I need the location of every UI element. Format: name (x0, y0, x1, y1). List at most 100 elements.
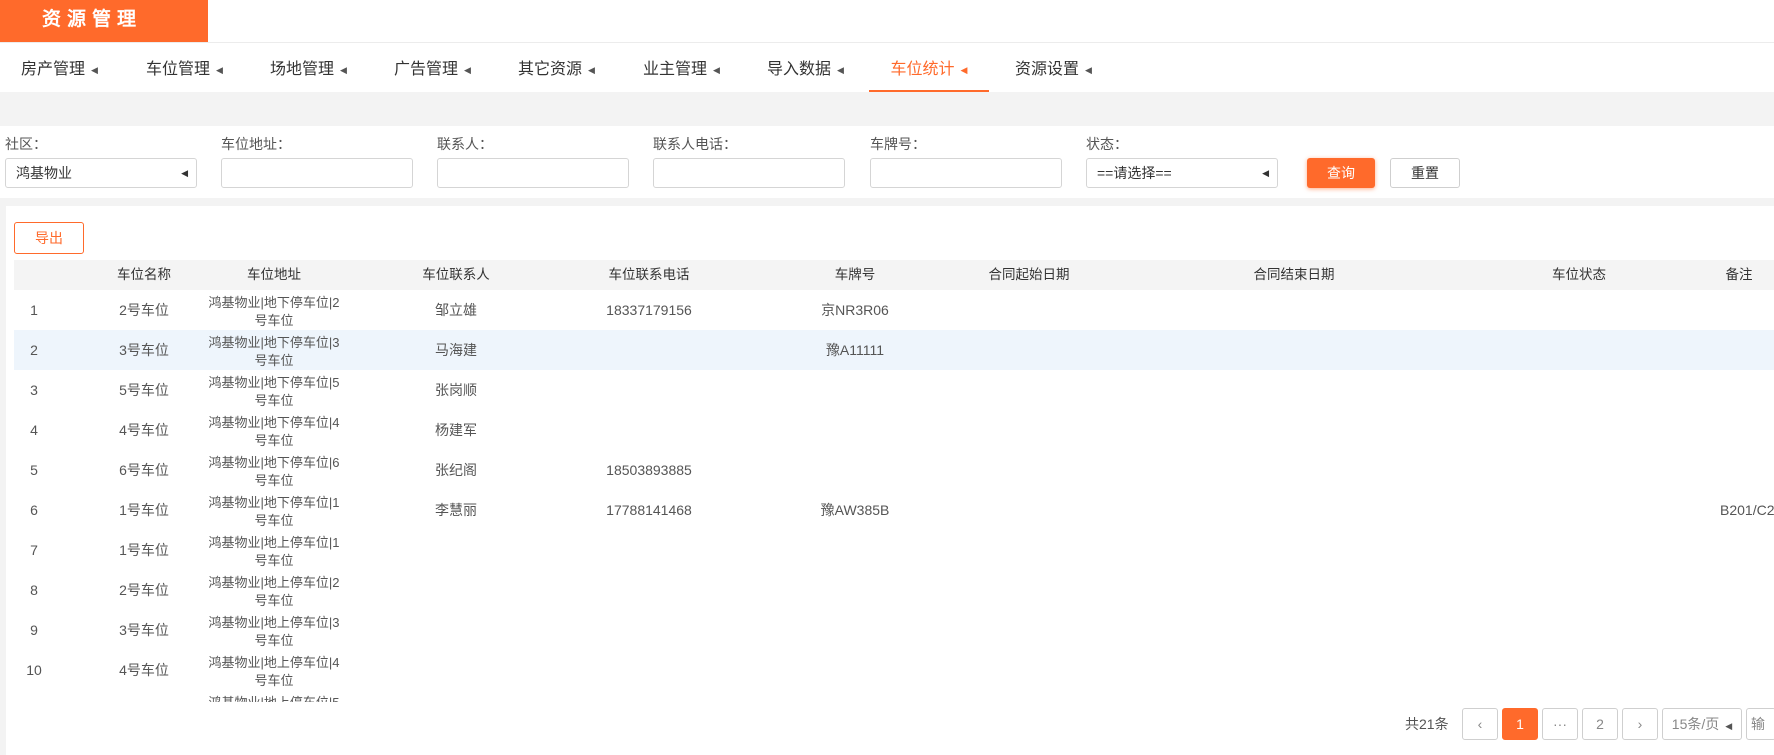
cell-contact (406, 610, 506, 650)
plate-input[interactable] (870, 158, 1062, 188)
nav-label: 车位管理 (146, 61, 211, 78)
next-page-button[interactable]: › (1622, 708, 1658, 740)
goto-page-input[interactable]: 输入 (1746, 708, 1774, 740)
page-ellipsis[interactable]: ··· (1542, 708, 1578, 740)
address-text: 鸿基物业|地上停车位|1号车位 (208, 535, 340, 568)
header-divider (0, 42, 1774, 43)
community-value: 鸿基物业 (16, 165, 72, 181)
nav-item-venue[interactable]: 场地管理 ◀ (270, 52, 347, 90)
cell-contact: 邹立雄 (435, 302, 477, 318)
address-input[interactable] (221, 158, 413, 188)
col-header-plate: 车牌号 (834, 267, 876, 282)
cell-address: 鸿基物业|地下停车位|6号车位 (204, 450, 344, 492)
col-header-contact: 车位联系人 (422, 267, 490, 282)
cell-plate (790, 690, 920, 702)
cell-address: 鸿基物业|地下停车位|1号车位 (204, 490, 344, 532)
cell-index: 10 (26, 662, 42, 678)
caret-left-icon: ◀ (837, 65, 844, 75)
cell-contact (406, 650, 506, 690)
caret-left-icon: ◀ (181, 168, 188, 178)
cell-address: 鸿基物业|地上停车位|3号车位 (204, 610, 344, 652)
table-row[interactable]: 4 4号车位 鸿基物业|地下停车位|4号车位 杨建军 (14, 410, 1774, 450)
nav-item-resource-settings[interactable]: 资源设置 ◀ (1015, 52, 1092, 90)
reset-button[interactable]: 重置 (1390, 158, 1460, 188)
left-border-strip (0, 206, 6, 755)
nav-label: 车位统计 (890, 61, 955, 78)
col-header-end-date: 合同结束日期 (1253, 267, 1335, 282)
nav-item-other[interactable]: 其它资源 ◀ (518, 52, 595, 90)
cell-name: 2号车位 (119, 582, 169, 598)
cell-name: 3号车位 (119, 342, 169, 358)
app-brand: 资源管理 (0, 0, 208, 42)
address-text: 鸿基物业|地下停车位|3号车位 (208, 335, 340, 368)
caret-left-icon: ◀ (960, 65, 968, 75)
cell-phone (579, 370, 719, 410)
col-header-name: 车位名称 (117, 267, 171, 282)
cell-phone (579, 410, 719, 450)
col-header-start-date: 合同起始日期 (988, 267, 1070, 282)
table-row[interactable]: 3 5号车位 鸿基物业|地下停车位|5号车位 张岗顺 (14, 370, 1774, 410)
cell-contact: 李慧丽 (435, 502, 477, 518)
goto-placeholder: 输入 (1751, 716, 1765, 732)
cell-contact: 张岗顺 (435, 382, 477, 398)
status-select[interactable]: ==请选择== ◀ (1086, 158, 1278, 188)
cell-plate (790, 370, 920, 410)
community-select[interactable]: 鸿基物业 ◀ (5, 158, 197, 188)
nav-item-import[interactable]: 导入数据 ◀ (767, 52, 844, 90)
section-separator (0, 92, 1774, 126)
table-row[interactable]: 8 2号车位 鸿基物业|地上停车位|2号车位 (14, 570, 1774, 610)
parking-table: 车位名称 车位地址 车位联系人 车位联系电话 车牌号 合同起始日期 合同结束日期… (14, 260, 1774, 702)
cell-plate (790, 610, 920, 650)
nav-item-parking[interactable]: 车位管理 ◀ (146, 52, 223, 90)
cell-contact (406, 530, 506, 570)
cell-plate (790, 450, 920, 490)
cell-note: B201/C2 (1720, 502, 1774, 518)
status-value: ==请选择== (1097, 165, 1172, 181)
prev-page-button[interactable]: ‹ (1462, 708, 1498, 740)
col-header-address: 车位地址 (247, 267, 301, 282)
table-row[interactable]: 7 1号车位 鸿基物业|地上停车位|1号车位 (14, 530, 1774, 570)
nav-item-ads[interactable]: 广告管理 ◀ (394, 52, 471, 90)
table-row[interactable]: 2 3号车位 鸿基物业|地下停车位|3号车位 马海建 豫A11111 (14, 330, 1774, 370)
page-size-value: 15条/页 (1671, 716, 1720, 732)
cell-contact: 杨建军 (435, 422, 477, 438)
cell-plate: 豫A11111 (825, 342, 885, 358)
cell-note (1720, 290, 1774, 330)
phone-label: 联系人电话： (653, 136, 737, 152)
cell-index: 6 (30, 502, 38, 518)
nav-item-parking-stats[interactable]: 车位统计 ◀ (869, 52, 989, 92)
export-button[interactable]: 导出 (14, 222, 84, 254)
caret-left-icon: ◀ (91, 65, 98, 75)
total-count: 共21条 (1405, 716, 1449, 732)
cell-name: 1号车位 (119, 502, 169, 518)
nav-item-property[interactable]: 房产管理 ◀ (21, 52, 98, 90)
nav-label: 广告管理 (394, 61, 459, 78)
table-row[interactable]: 鸿基物业|地上停车位|5号车位 (14, 690, 1774, 702)
page-size-select[interactable]: 15条/页 ◀ (1662, 708, 1742, 740)
page-2-button[interactable]: 2 (1582, 708, 1618, 740)
cell-address: 鸿基物业|地下停车位|4号车位 (204, 410, 344, 452)
contact-label: 联系人： (437, 136, 493, 152)
cell-phone (579, 610, 719, 650)
cell-name: 1号车位 (119, 542, 169, 558)
contact-input[interactable] (437, 158, 629, 188)
table-row[interactable]: 1 2号车位 鸿基物业|地下停车位|2号车位 邹立雄 18337179156 京… (14, 290, 1774, 330)
address-text: 鸿基物业|地下停车位|5号车位 (208, 375, 340, 408)
cell-phone (579, 690, 719, 702)
caret-left-icon: ◀ (1085, 65, 1092, 75)
nav-item-owners[interactable]: 业主管理 ◀ (643, 52, 720, 90)
table-row[interactable]: 6 1号车位 鸿基物业|地下停车位|1号车位 李慧丽 17788141468 豫… (14, 490, 1774, 530)
caret-left-icon: ◀ (713, 65, 720, 75)
cell-index: 1 (30, 302, 38, 318)
query-button[interactable]: 查询 (1307, 158, 1375, 188)
cell-index: 3 (30, 382, 38, 398)
phone-input[interactable] (653, 158, 845, 188)
table-row[interactable]: 9 3号车位 鸿基物业|地上停车位|3号车位 (14, 610, 1774, 650)
cell-note (1720, 370, 1774, 410)
caret-left-icon: ◀ (340, 65, 347, 75)
table-row[interactable]: 10 4号车位 鸿基物业|地上停车位|4号车位 (14, 650, 1774, 690)
caret-left-icon: ◀ (1262, 168, 1269, 178)
cell-phone: 17788141468 (606, 502, 692, 518)
table-row[interactable]: 5 6号车位 鸿基物业|地下停车位|6号车位 张纪阁 18503893885 (14, 450, 1774, 490)
page-1-button[interactable]: 1 (1502, 708, 1538, 740)
